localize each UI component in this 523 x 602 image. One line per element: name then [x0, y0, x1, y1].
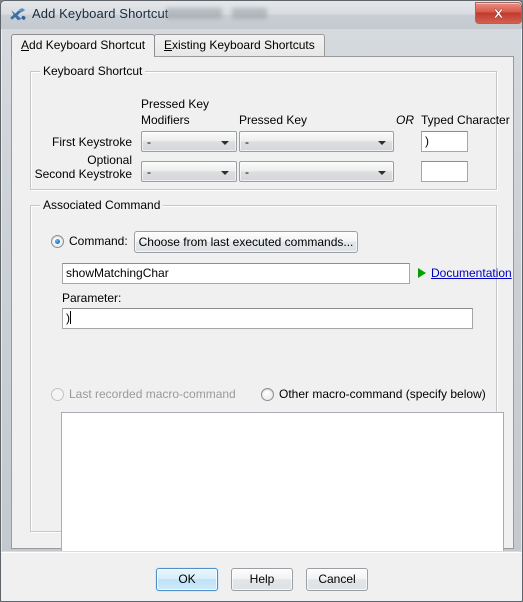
tab-page-add-keyboard-shortcut: Keyboard Shortcut Pressed Key Modifiers … [11, 56, 514, 599]
row-label-first-keystroke: First Keystroke [51, 135, 132, 149]
text-caret [70, 311, 71, 324]
chevron-down-icon [378, 141, 386, 145]
header-pressed-key-modifiers-line1: Pressed Key [141, 97, 210, 111]
command-radio[interactable] [51, 235, 64, 248]
first-keystroke-modifiers-combo[interactable]: - [141, 131, 237, 152]
parameter-input[interactable]: ) [62, 308, 473, 329]
cancel-button[interactable]: Cancel [306, 568, 368, 591]
last-recorded-macro-label: Last recorded macro-command [69, 387, 236, 401]
tab-add-mnemonic: A [21, 38, 30, 52]
chevron-down-icon [221, 171, 229, 175]
chevron-down-icon [378, 171, 386, 175]
keyboard-shortcut-group-title: Keyboard Shortcut [40, 64, 146, 78]
tab-existing-keyboard-shortcuts[interactable]: Existing Keyboard Shortcuts [154, 34, 325, 56]
title-ghost-text-a [166, 8, 222, 19]
command-radio-label: Command: [69, 234, 128, 248]
associated-command-group-title: Associated Command [40, 198, 164, 212]
close-icon [493, 8, 504, 18]
other-macro-label: Other macro-command (specify below) [279, 387, 486, 401]
header-or: OR [396, 113, 414, 127]
chevron-down-icon [221, 141, 229, 145]
tab-add-label-rest: dd Keyboard Shortcut [29, 38, 146, 52]
row-label-optional: Optional [87, 153, 132, 167]
help-button[interactable]: Help [231, 568, 293, 591]
second-keystroke-typed-character-input[interactable] [421, 161, 468, 182]
ok-button[interactable]: OK [156, 568, 218, 591]
app-x-icon [9, 6, 27, 24]
play-triangle-icon [418, 268, 426, 278]
other-macro-radio[interactable] [261, 388, 274, 401]
second-keystroke-key-combo[interactable]: - [239, 161, 394, 182]
tab-existing-mnemonic: E [164, 38, 173, 52]
keyboard-shortcut-group: Keyboard Shortcut Pressed Key Modifiers … [30, 64, 510, 190]
documentation-link[interactable]: Documentation [431, 266, 512, 280]
row-label-second-keystroke: Second Keystroke [34, 167, 132, 181]
second-keystroke-key-value: - [245, 165, 249, 179]
first-keystroke-typed-character-input[interactable]: ) [421, 131, 468, 152]
header-pressed-key: Pressed Key [239, 113, 308, 127]
associated-command-group: Associated Command Command: Choose from … [30, 198, 512, 599]
first-keystroke-key-combo[interactable]: - [239, 131, 394, 152]
first-keystroke-modifiers-value: - [147, 135, 151, 149]
choose-from-last-executed-commands-button[interactable]: Choose from last executed commands... [134, 231, 358, 253]
second-keystroke-modifiers-combo[interactable]: - [141, 161, 237, 182]
header-pressed-key-modifiers-line2: Modifiers [141, 113, 190, 127]
first-keystroke-key-value: - [245, 135, 249, 149]
command-value-input[interactable]: showMatchingChar [62, 263, 410, 284]
parameter-label: Parameter: [62, 291, 122, 305]
tab-existing-label-rest: xisting Keyboard Shortcuts [172, 38, 315, 52]
dialog-window: Add Keyboard Shortcut Add Keyboard Short… [0, 0, 523, 602]
second-keystroke-modifiers-value: - [147, 165, 151, 179]
title-bar[interactable]: Add Keyboard Shortcut [1, 1, 522, 29]
title-ghost-text-b [232, 8, 267, 19]
dialog-button-bar: OK Help Cancel [1, 551, 522, 601]
window-title: Add Keyboard Shortcut [32, 6, 169, 21]
close-button[interactable] [475, 2, 522, 24]
tab-add-keyboard-shortcut[interactable]: Add Keyboard Shortcut [11, 34, 156, 57]
last-recorded-macro-radio[interactable] [51, 388, 64, 401]
tab-strip: Add Keyboard Shortcut Existing Keyboard … [11, 34, 514, 57]
header-typed-character: Typed Character [421, 113, 510, 127]
